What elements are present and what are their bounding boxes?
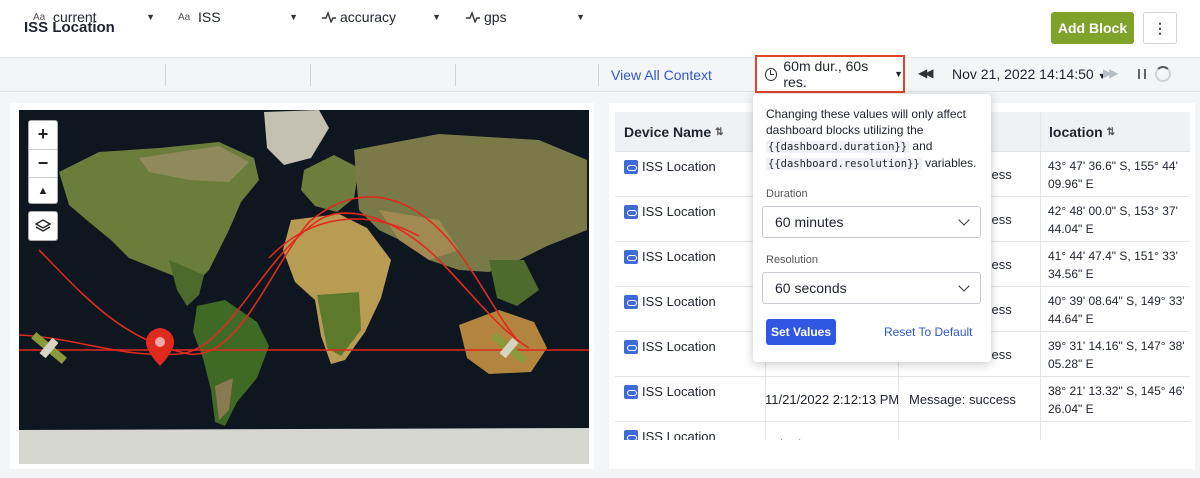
clock-icon xyxy=(765,67,778,81)
device-icon xyxy=(624,384,638,399)
time-select[interactable]: Nov 21, 2022 14:14:50 ▼ xyxy=(952,66,1107,82)
location-cell: 42° 48' 00.0" S, 153° 37' 44.04" E xyxy=(1048,203,1178,236)
context-select-accuracy[interactable]: accuracy ▼ xyxy=(322,6,441,28)
text-type-icon: Aa xyxy=(178,11,191,23)
context-select-iss[interactable]: Aa ISS ▼ xyxy=(178,6,298,28)
add-block-button[interactable]: Add Block xyxy=(1051,12,1134,44)
resolution-select[interactable]: 60 seconds xyxy=(762,272,981,304)
world-map xyxy=(19,110,589,464)
device-cell: ISS Location xyxy=(624,189,716,234)
layers-icon xyxy=(35,219,51,232)
chevron-down-icon: ▼ xyxy=(576,12,585,22)
device-icon xyxy=(624,204,638,219)
chevron-down-icon: ▼ xyxy=(894,69,903,79)
message-cell: Message: success xyxy=(909,392,1016,407)
duration-label: 60m dur., 60s res. xyxy=(783,58,869,90)
divider xyxy=(598,64,599,86)
time-cell: 11/21/2022 2:12:13 PM xyxy=(765,392,900,407)
set-values-button[interactable]: Set Values xyxy=(766,319,836,345)
layers-button[interactable] xyxy=(28,211,58,241)
location-cell: 41° 44' 47.4" S, 151° 33' 34.56" E xyxy=(1048,248,1178,281)
location-cell: 39° 31' 14.16" S, 147° 38' 05.28" E xyxy=(1048,338,1185,371)
device-cell: ISS Location xyxy=(624,144,716,189)
duration-resolution-select[interactable]: 60m dur., 60s res. ▼ xyxy=(755,55,905,93)
device-cell: ISS Location xyxy=(624,369,716,414)
sort-icon: ⇅ xyxy=(1106,126,1116,138)
context-value: current xyxy=(53,9,97,25)
divider xyxy=(310,64,311,86)
pause-icon[interactable] xyxy=(1138,69,1146,79)
divider xyxy=(455,64,456,86)
location-cell: 38° 21' 13.32" S, 145° 46' 26.04" E xyxy=(1048,383,1185,416)
device-icon xyxy=(624,429,638,440)
device-cell: ISS Location xyxy=(624,324,716,369)
more-options-button[interactable]: ⋮ xyxy=(1143,12,1177,44)
context-value: gps xyxy=(484,9,507,25)
column-header-location[interactable]: location ⇅ xyxy=(1040,112,1190,152)
duration-popover: Changing these values will only affect d… xyxy=(753,94,991,362)
device-icon xyxy=(624,159,638,174)
map[interactable] xyxy=(19,110,589,464)
device-icon xyxy=(624,339,638,354)
stream-icon xyxy=(322,11,336,23)
time-cell: 11/21/2022 2:11:43 PM xyxy=(765,422,905,440)
device-cell: ISS Location xyxy=(624,414,716,440)
view-all-context-link[interactable]: View All Context xyxy=(611,67,712,83)
location-cell: 37° 09' 15.12" S, 143° 5 xyxy=(1048,422,1190,441)
duration-variable: {{dashboard.duration}} xyxy=(766,141,910,153)
table-row[interactable]: ISS Location 11/21/2022 2:11:43 PM Messa… xyxy=(615,422,1190,440)
context-value: accuracy xyxy=(340,9,397,25)
column-divider xyxy=(1040,112,1041,440)
context-select-gps[interactable]: gps ▼ xyxy=(466,6,585,28)
zoom-in-button[interactable]: + xyxy=(29,121,57,148)
chevron-down-icon: ▼ xyxy=(146,12,155,22)
device-cell: ISS Location xyxy=(624,234,716,279)
device-cell: ISS Location xyxy=(624,279,716,324)
chevron-down-icon: ▼ xyxy=(289,12,298,22)
popover-description: Changing these values will only affect d… xyxy=(766,107,977,170)
context-select-current[interactable]: Aa current ▼ xyxy=(33,6,155,28)
message-cell: Message: success xyxy=(909,422,1016,440)
text-type-icon: Aa xyxy=(33,11,46,23)
context-value: ISS xyxy=(198,9,221,25)
zoom-controls: + − ▲ xyxy=(28,120,58,204)
chevron-down-icon xyxy=(958,214,970,226)
compass-icon[interactable]: ▲ xyxy=(29,177,57,204)
rewind-icon[interactable]: ◀◀ xyxy=(918,66,934,80)
chevron-down-icon: ▼ xyxy=(432,12,441,22)
time-label: Nov 21, 2022 14:14:50 xyxy=(952,66,1094,82)
reset-to-default-link[interactable]: Reset To Default xyxy=(884,325,973,339)
zoom-out-button[interactable]: − xyxy=(29,149,57,176)
resolution-variable: {{dashboard.resolution}} xyxy=(766,158,922,170)
location-cell: 43° 47' 36.6" S, 155° 44' 09.96" E xyxy=(1048,158,1178,191)
resolution-label: Resolution xyxy=(766,254,818,266)
sort-icon: ⇅ xyxy=(715,126,724,138)
location-cell: 40° 39' 08.64" S, 149° 33' 44.64" E xyxy=(1048,293,1185,326)
fast-forward-icon[interactable]: ▶▶ xyxy=(1103,66,1119,80)
stream-icon xyxy=(466,11,480,23)
duration-select[interactable]: 60 minutes xyxy=(762,206,981,238)
chevron-down-icon xyxy=(958,280,970,292)
device-icon xyxy=(624,249,638,264)
refresh-spinner-icon xyxy=(1155,66,1171,82)
duration-label: Duration xyxy=(766,188,808,200)
device-icon xyxy=(624,294,638,309)
divider xyxy=(165,64,166,86)
